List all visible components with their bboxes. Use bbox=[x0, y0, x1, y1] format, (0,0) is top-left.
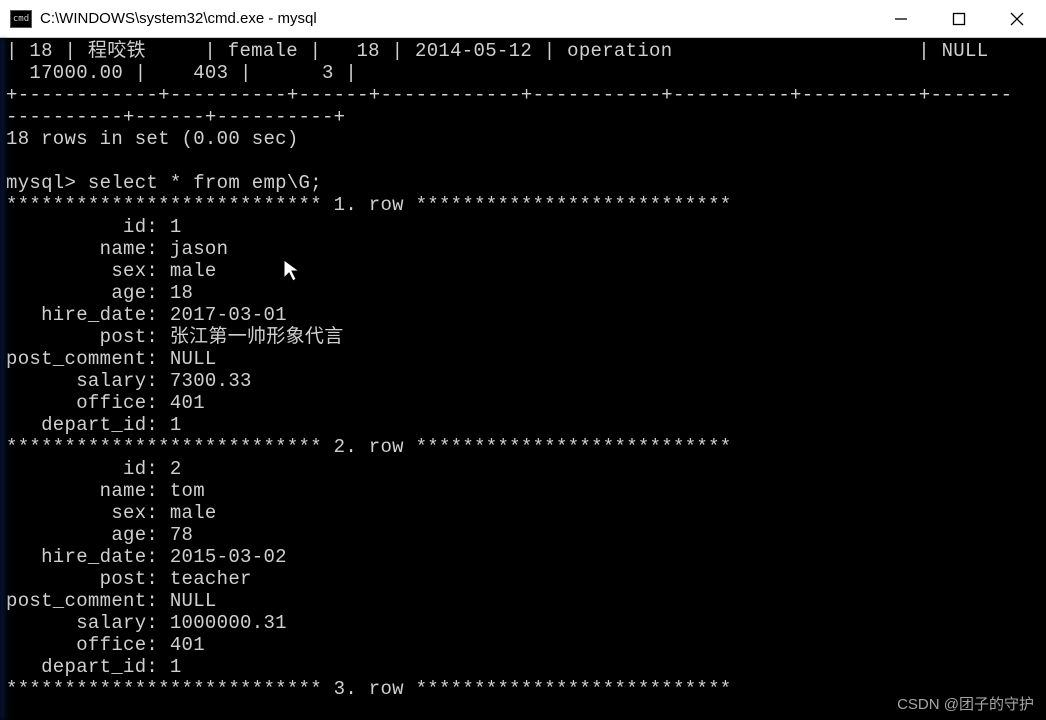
separator-line: ----------+------+----------+ bbox=[6, 106, 345, 128]
minimize-button[interactable] bbox=[872, 0, 930, 37]
field-name: name: jason bbox=[6, 238, 228, 260]
close-button[interactable] bbox=[988, 0, 1046, 37]
separator-line: +------------+----------+------+--------… bbox=[6, 84, 1012, 106]
maximize-icon bbox=[952, 12, 966, 26]
mysql-prompt-line: mysql> select * from emp\G; bbox=[6, 172, 322, 194]
table-row: 17000.00 | 403 | 3 | bbox=[6, 62, 357, 84]
minimize-icon bbox=[894, 12, 908, 26]
close-icon bbox=[1010, 12, 1024, 26]
field-post-comment: post_comment: NULL bbox=[6, 348, 217, 370]
field-salary: salary: 1000000.31 bbox=[6, 612, 287, 634]
field-office: office: 401 bbox=[6, 392, 205, 414]
table-row: | 18 | 程咬铁 | female | 18 | 2014-05-12 | … bbox=[6, 40, 988, 62]
field-name: name: tom bbox=[6, 480, 205, 502]
terminal-output[interactable]: | 18 | 程咬铁 | female | 18 | 2014-05-12 | … bbox=[0, 38, 1046, 700]
row-separator: *************************** 3. row *****… bbox=[6, 678, 732, 700]
field-id: id: 2 bbox=[6, 458, 182, 480]
field-salary: salary: 7300.33 bbox=[6, 370, 252, 392]
field-age: age: 18 bbox=[6, 282, 193, 304]
maximize-button[interactable] bbox=[930, 0, 988, 37]
window-titlebar: cmd C:\WINDOWS\system32\cmd.exe - mysql bbox=[0, 0, 1046, 38]
window-title: C:\WINDOWS\system32\cmd.exe - mysql bbox=[40, 10, 872, 27]
field-sex: sex: male bbox=[6, 260, 217, 282]
field-post: post: teacher bbox=[6, 568, 252, 590]
field-depart-id: depart_id: 1 bbox=[6, 656, 182, 678]
row-separator: *************************** 1. row *****… bbox=[6, 194, 732, 216]
field-age: age: 78 bbox=[6, 524, 193, 546]
field-hire-date: hire_date: 2017-03-01 bbox=[6, 304, 287, 326]
field-id: id: 1 bbox=[6, 216, 182, 238]
field-post-comment: post_comment: NULL bbox=[6, 590, 217, 612]
field-post: post: 张江第一帅形象代言 bbox=[6, 326, 344, 348]
field-office: office: 401 bbox=[6, 634, 205, 656]
cmd-icon: cmd bbox=[10, 10, 32, 28]
rows-summary: 18 rows in set (0.00 sec) bbox=[6, 128, 299, 150]
row-separator: *************************** 2. row *****… bbox=[6, 436, 732, 458]
left-desktop-edge bbox=[0, 38, 8, 720]
window-controls bbox=[872, 0, 1046, 37]
watermark-text: CSDN @团子的守护 bbox=[897, 693, 1034, 714]
field-sex: sex: male bbox=[6, 502, 217, 524]
field-hire-date: hire_date: 2015-03-02 bbox=[6, 546, 287, 568]
field-depart-id: depart_id: 1 bbox=[6, 414, 182, 436]
